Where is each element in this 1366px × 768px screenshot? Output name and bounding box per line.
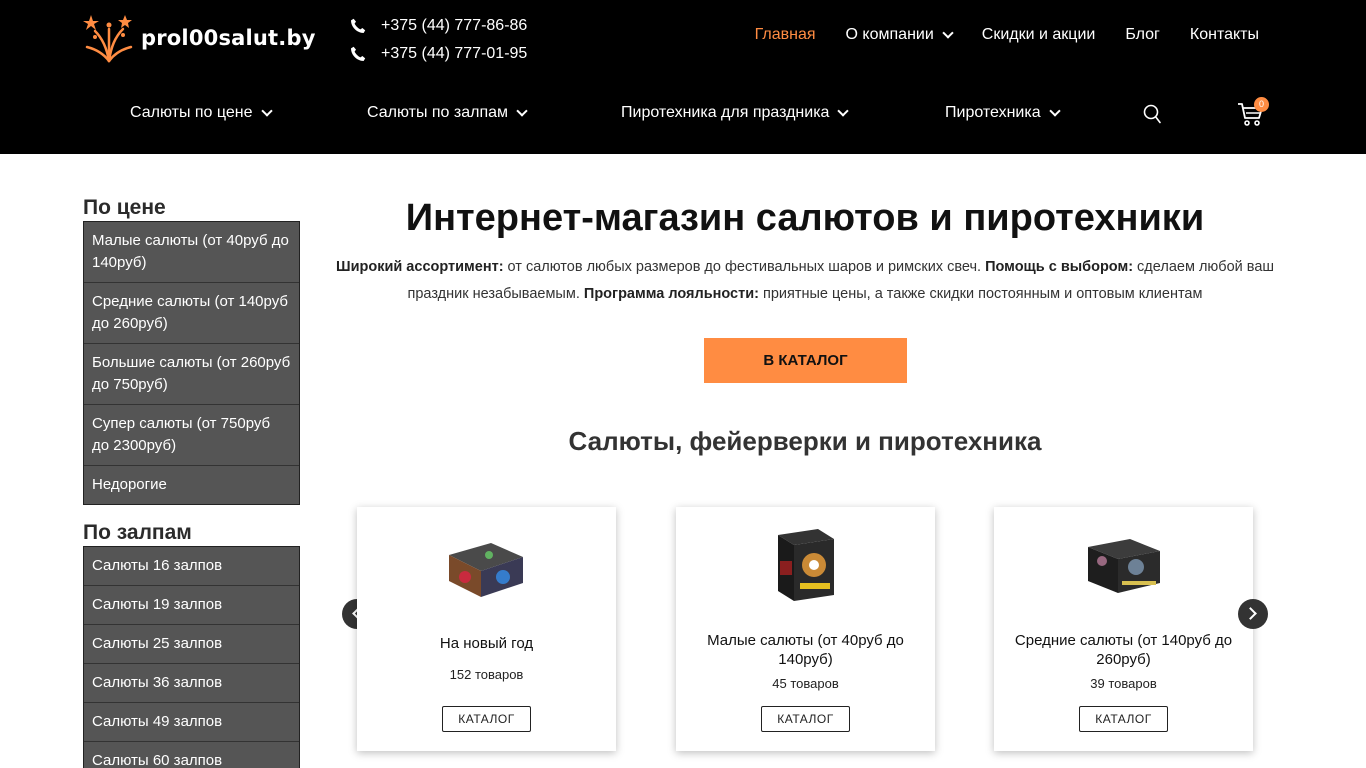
sidebar-item-large[interactable]: Большие салюты (от 260руб до 750руб) bbox=[84, 344, 299, 405]
sidebar-shots-list: Салюты 16 залпов Салюты 19 залпов Салюты… bbox=[83, 546, 300, 768]
phone-icon bbox=[351, 18, 366, 33]
sidebar-item-49[interactable]: Салюты 49 залпов bbox=[84, 703, 299, 742]
chevron-down-icon bbox=[837, 105, 850, 117]
carousel-next-arrow[interactable] bbox=[1238, 599, 1268, 629]
card-title: Средние салюты (от 140руб до 260руб) bbox=[1014, 632, 1233, 668]
sidebar-title-shots: По залпам bbox=[83, 521, 192, 544]
phone-number: +375 (44) 777-01-95 bbox=[381, 45, 528, 62]
sidebar-item-medium[interactable]: Средние салюты (от 140руб до 260руб) bbox=[84, 283, 299, 344]
card-title: На новый год bbox=[439, 635, 534, 652]
firework-box-image bbox=[778, 529, 834, 601]
card-catalog-button[interactable]: КАТАЛОГ bbox=[442, 706, 531, 732]
main-content: Интернет-магазин салютов и пиротехники Ш… bbox=[336, 190, 1275, 751]
nav-home[interactable]: Главная bbox=[755, 26, 816, 44]
sidebar-item-super[interactable]: Супер салюты (от 750руб до 2300руб) bbox=[84, 405, 299, 466]
card-catalog-button[interactable]: КАТАЛОГ bbox=[1079, 706, 1168, 732]
phone-icon bbox=[351, 46, 366, 61]
cart-count-badge: 0 bbox=[1254, 97, 1269, 112]
sidebar-title-price: По цене bbox=[83, 196, 166, 219]
chevron-down-icon bbox=[516, 105, 528, 117]
sidebar-item-small[interactable]: Малые салюты (от 40руб до 140руб) bbox=[84, 222, 299, 283]
catalog-cta-button[interactable]: В КАТАЛОГ bbox=[704, 338, 907, 383]
chevron-down-icon bbox=[1048, 105, 1061, 117]
nav-about[interactable]: О компании bbox=[846, 26, 954, 44]
page-title: Интернет-магазин салютов и пиротехники bbox=[405, 197, 1205, 239]
sidebar-item-60[interactable]: Салюты 60 залпов bbox=[84, 742, 299, 768]
sidebar-price-list: Малые салюты (от 40руб до 140руб) Средни… bbox=[83, 221, 300, 505]
card-count: 45 товаров bbox=[772, 676, 839, 691]
phone-1[interactable]: +375 (44) 777-86-86 bbox=[350, 12, 527, 40]
category-card[interactable]: Средние салюты (от 140руб до 260руб) 39 … bbox=[994, 507, 1253, 751]
nav-by-price[interactable]: Салюты по цене bbox=[130, 104, 273, 122]
logo[interactable]: prol00salut.by bbox=[83, 13, 316, 63]
phone-number: +375 (44) 777-86-86 bbox=[381, 17, 528, 34]
sidebar-item-16[interactable]: Салюты 16 залпов bbox=[84, 547, 299, 586]
phone-2[interactable]: +375 (44) 777-01-95 bbox=[350, 40, 527, 68]
logo-text: prol00salut.by bbox=[141, 26, 316, 50]
card-catalog-button[interactable]: КАТАЛОГ bbox=[761, 706, 850, 732]
sidebar-item-36[interactable]: Салюты 36 залпов bbox=[84, 664, 299, 703]
nav-by-shots[interactable]: Салюты по залпам bbox=[367, 104, 528, 122]
nav-pyrotechnics[interactable]: Пиротехника bbox=[945, 104, 1061, 122]
category-card[interactable]: На новый год 152 товаров КАТАЛОГ bbox=[357, 507, 616, 751]
catalog-navigation: Салюты по цене Салюты по залпам Пиротехн… bbox=[0, 100, 1366, 130]
section-title: Салюты, фейерверки и пиротехника bbox=[568, 426, 1042, 456]
nav-discounts[interactable]: Скидки и акции bbox=[982, 26, 1096, 44]
category-card[interactable]: Малые салюты (от 40руб до 140руб) 45 тов… bbox=[676, 507, 935, 751]
sidebar-item-cheap[interactable]: Недорогие bbox=[84, 466, 299, 504]
card-count: 39 товаров bbox=[1090, 676, 1157, 691]
firework-box-image bbox=[1088, 539, 1160, 593]
sidebar-item-19[interactable]: Салюты 19 залпов bbox=[84, 586, 299, 625]
phone-list: +375 (44) 777-86-86 +375 (44) 777-01-95 bbox=[350, 12, 527, 68]
card-title: Малые салюты (от 40руб до 140руб) bbox=[707, 632, 904, 668]
nav-blog[interactable]: Блог bbox=[1125, 26, 1160, 44]
firework-box-image bbox=[449, 543, 523, 597]
card-count: 152 товаров bbox=[449, 667, 524, 682]
site-header: prol00salut.by +375 (44) 777-86-86 +375 … bbox=[0, 0, 1366, 154]
top-navigation: Главная О компании Скидки и акции Блог К… bbox=[755, 26, 1259, 44]
sidebar-item-25[interactable]: Салюты 25 залпов bbox=[84, 625, 299, 664]
chevron-down-icon bbox=[942, 27, 954, 39]
search-icon[interactable] bbox=[1143, 104, 1161, 124]
hero-description: Широкий ассортимент: от салютов любых ра… bbox=[336, 259, 1275, 302]
nav-contacts[interactable]: Контакты bbox=[1190, 26, 1259, 44]
nav-holiday-pyro[interactable]: Пиротехника для праздника bbox=[621, 104, 850, 122]
sidebar: По цене Малые салюты (от 40руб до 140руб… bbox=[83, 194, 300, 768]
chevron-right-icon bbox=[1244, 607, 1257, 620]
chevron-down-icon bbox=[260, 105, 273, 117]
fireworks-logo-icon bbox=[83, 15, 133, 63]
